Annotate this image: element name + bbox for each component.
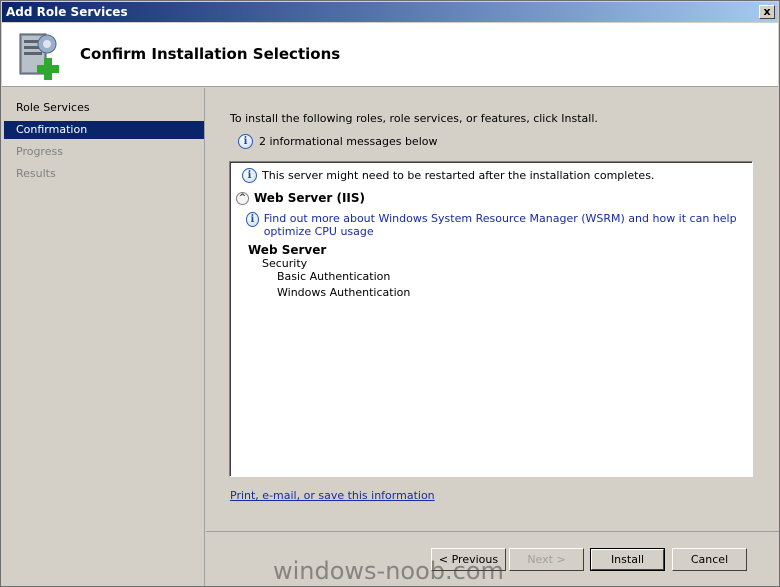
- close-button[interactable]: x: [759, 5, 775, 19]
- confirmation-content: To install the following roles, role ser…: [206, 88, 779, 531]
- section-title: Web Server (IIS): [254, 191, 366, 205]
- tree-item-windows-auth: Windows Authentication: [277, 286, 411, 299]
- info-icon: i: [246, 212, 259, 227]
- add-role-services-window: Add Role Services x Confirm Installation…: [0, 0, 780, 587]
- wizard-header: Confirm Installation Selections: [2, 23, 778, 87]
- window-title: Add Role Services: [6, 5, 128, 19]
- sidebar-item-role-services[interactable]: Role Services: [4, 99, 204, 117]
- selections-panel[interactable]: i This server might need to be restarted…: [229, 161, 753, 477]
- sidebar-item-results: Results: [16, 167, 56, 180]
- message-count-text: 2 informational messages below: [259, 135, 438, 148]
- restart-notice: i This server might need to be restarted…: [242, 168, 654, 183]
- collapse-icon[interactable]: ^: [236, 191, 249, 205]
- close-icon: x: [763, 5, 771, 18]
- print-save-link[interactable]: Print, e-mail, or save this information: [230, 489, 435, 502]
- title-bar[interactable]: Add Role Services x: [2, 2, 778, 22]
- wizard-footer: < Previous Next > Install Cancel: [206, 531, 779, 586]
- page-title: Confirm Installation Selections: [80, 45, 341, 63]
- previous-button[interactable]: < Previous: [431, 548, 506, 571]
- tree-item-basic-auth: Basic Authentication: [277, 270, 391, 283]
- tree-group-label: Security: [262, 257, 308, 270]
- tree-role-label: Web Server: [248, 243, 327, 257]
- wizard-steps-sidebar: Role Services Confirmation Progress Resu…: [2, 88, 205, 586]
- intro-text: To install the following roles, role ser…: [230, 112, 598, 125]
- info-icon: i: [238, 134, 253, 149]
- section-header-web-server[interactable]: ^ Web Server (IIS): [236, 191, 365, 205]
- restart-notice-text: This server might need to be restarted a…: [262, 169, 655, 182]
- message-count: i 2 informational messages below: [238, 134, 437, 149]
- install-button[interactable]: Install: [590, 548, 665, 571]
- cancel-button[interactable]: Cancel: [672, 548, 747, 571]
- sidebar-item-confirmation[interactable]: Confirmation: [4, 121, 204, 139]
- wsrm-link[interactable]: Find out more about Windows System Resou…: [264, 212, 746, 238]
- sidebar-item-progress: Progress: [16, 145, 63, 158]
- info-icon: i: [242, 168, 257, 183]
- wsrm-message: i Find out more about Windows System Res…: [246, 212, 746, 238]
- server-add-icon: [19, 33, 59, 80]
- next-button: Next >: [509, 548, 584, 571]
